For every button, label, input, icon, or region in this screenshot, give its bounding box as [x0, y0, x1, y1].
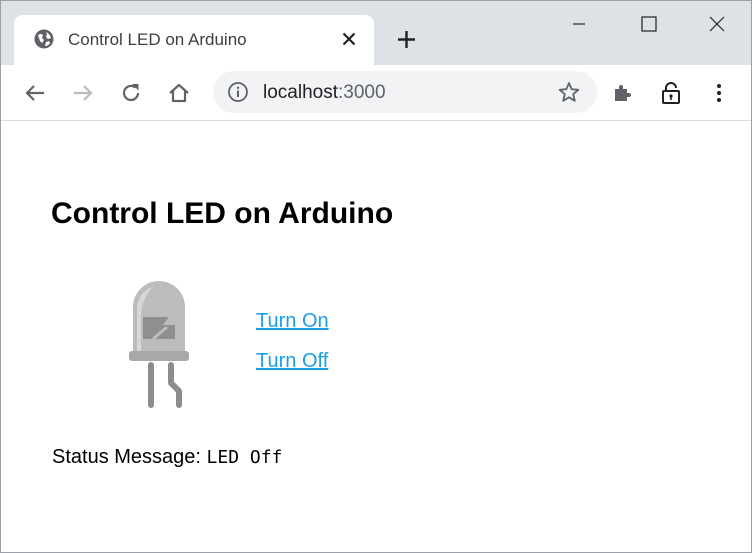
url-port: :3000 — [338, 82, 386, 103]
menu-kebab-icon[interactable] — [707, 81, 731, 105]
info-icon[interactable] — [227, 81, 249, 103]
home-icon[interactable] — [167, 81, 191, 105]
status-label: Status Message: — [52, 446, 201, 468]
tab-strip: Control LED on Arduino — [1, 1, 751, 65]
led-off-icon — [129, 281, 189, 408]
extensions-puzzle-icon[interactable] — [611, 81, 635, 105]
turn-on-link[interactable]: Turn On — [256, 310, 329, 333]
forward-arrow-icon[interactable] — [71, 81, 95, 105]
globe-icon — [34, 29, 54, 49]
browser-toolbar: localhost:3000 — [1, 65, 751, 121]
address-bar[interactable]: localhost:3000 — [213, 71, 597, 113]
browser-tab[interactable]: Control LED on Arduino — [14, 15, 374, 65]
status-message: Status Message: LED Off — [52, 446, 282, 469]
window-close-icon[interactable] — [706, 13, 728, 35]
close-tab-icon[interactable] — [342, 32, 356, 46]
browser-window: Control LED on Arduino localhost:3000 Co… — [0, 0, 752, 553]
reload-icon[interactable] — [119, 81, 143, 105]
lock-icon[interactable] — [659, 81, 683, 105]
new-tab-icon[interactable] — [398, 31, 415, 48]
page-title: Control LED on Arduino — [51, 197, 394, 230]
maximize-icon[interactable] — [638, 13, 660, 35]
address-url: localhost:3000 — [263, 82, 386, 104]
tab-title: Control LED on Arduino — [68, 30, 247, 49]
url-host: localhost — [263, 82, 338, 103]
turn-off-link[interactable]: Turn Off — [256, 350, 328, 373]
minimize-icon[interactable] — [568, 13, 590, 35]
status-value: LED Off — [206, 447, 283, 468]
back-arrow-icon[interactable] — [23, 81, 47, 105]
page-content: Control LED on Arduino Turn On Turn Off … — [1, 121, 751, 552]
bookmark-star-icon[interactable] — [558, 81, 580, 103]
